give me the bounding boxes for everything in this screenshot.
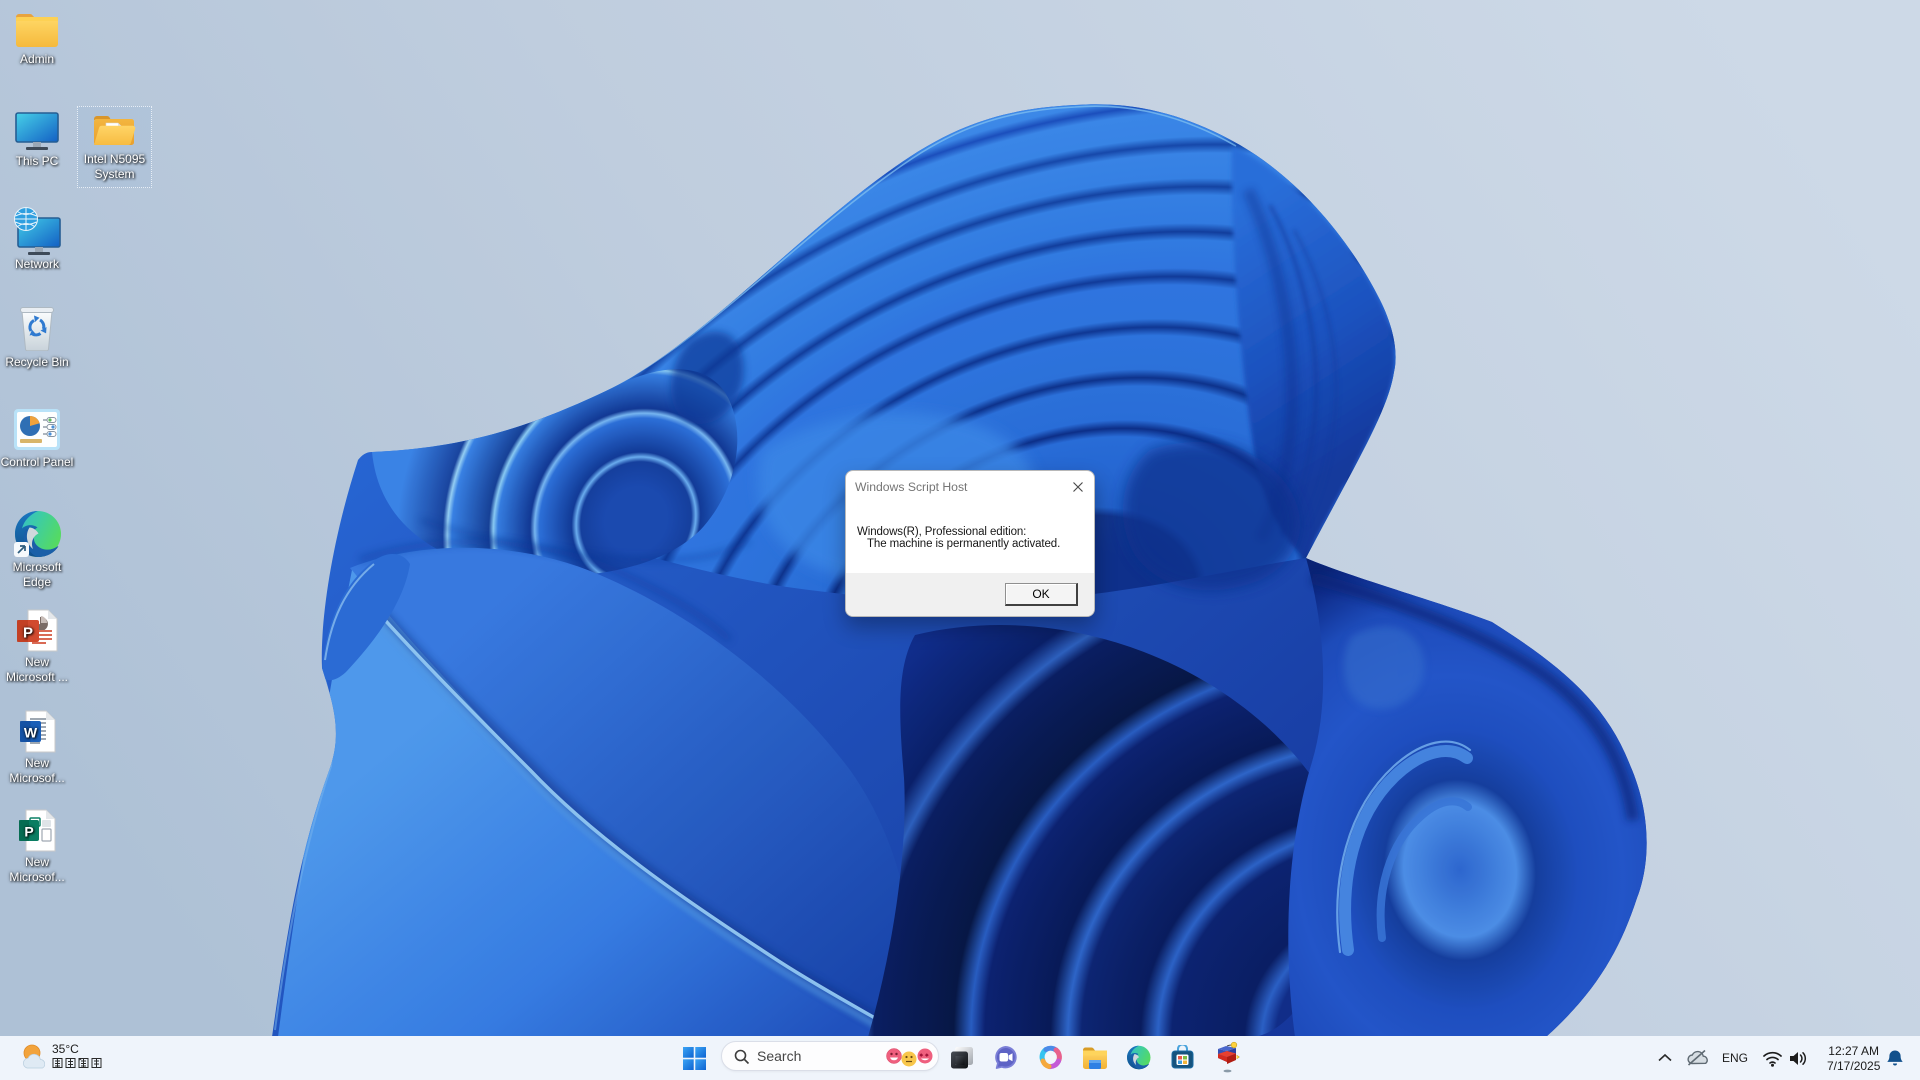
svg-text:W: W [23,725,37,741]
svg-text:P: P [24,824,33,840]
svg-text:P: P [23,625,33,642]
